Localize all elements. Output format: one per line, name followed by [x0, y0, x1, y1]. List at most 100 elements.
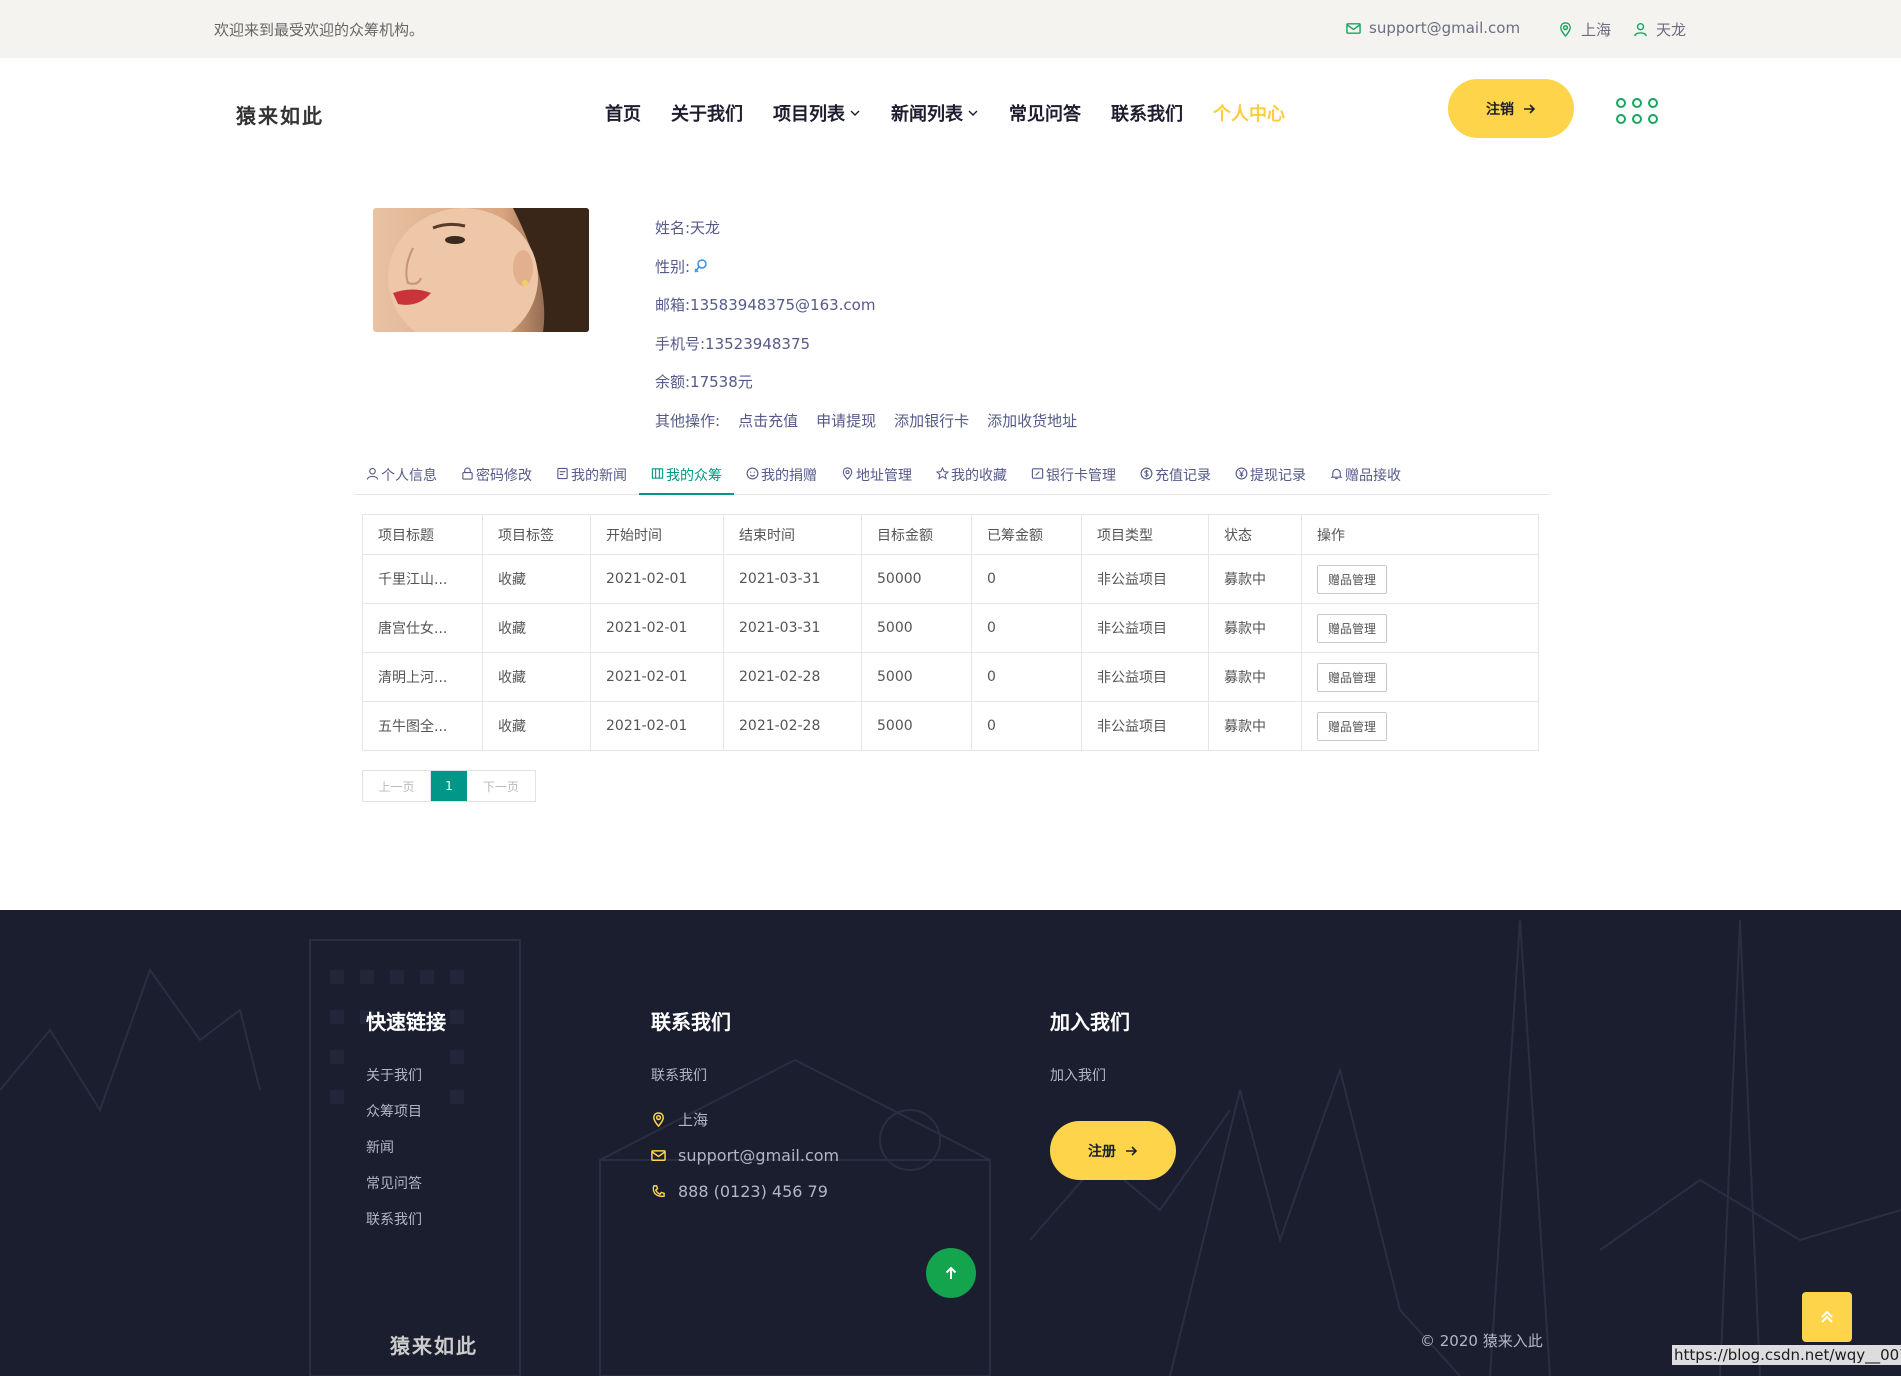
profile-ops-label: 其他操作: [655, 411, 721, 430]
cell-tag: 收藏 [482, 701, 591, 751]
location-pin-icon [653, 1111, 664, 1127]
nav-about-label: 关于我们 [671, 104, 743, 125]
register-button[interactable]: 注册 [1050, 1121, 1176, 1180]
profile-info: 姓名:天龙 性别: 邮箱:13583948375@163.com 手机号:135… [655, 217, 1095, 448]
footer-quick-title: 快速链接 [366, 1010, 446, 1034]
footer-phone[interactable]: 888 (0123) 456 79 [651, 1173, 839, 1209]
cell-target: 5000 [861, 603, 972, 653]
gift-manage-button[interactable]: 赠品管理 [1317, 564, 1388, 594]
welcome-text: 欢迎来到最受欢迎的众筹机构。 [214, 21, 425, 39]
nav-contact[interactable]: 联系我们 [1111, 100, 1183, 126]
recharge-link[interactable]: 点击充值 [738, 410, 798, 431]
footer-join-sub: 加入我们 [1050, 1068, 1106, 1084]
nav-projects[interactable]: 项目列表 [773, 100, 861, 126]
cell-target: 5000 [861, 701, 972, 751]
chevron-down-icon [968, 110, 978, 116]
gift-manage-button[interactable]: 赠品管理 [1317, 662, 1388, 692]
cell-target: 50000 [861, 554, 972, 604]
tab-personal-info[interactable]: 个人信息 [354, 455, 449, 495]
site-logo[interactable]: 猿来如此 [236, 100, 324, 129]
cell-end: 2021-02-28 [723, 652, 862, 702]
nav-news[interactable]: 新闻列表 [891, 100, 979, 126]
tab-recharge-records[interactable]: 充值记录 [1128, 455, 1223, 495]
footer-link-faq[interactable]: 常见问答 [366, 1173, 446, 1209]
cell-type: 非公益项目 [1081, 603, 1209, 653]
tab-my-crowdfunding[interactable]: 我的众筹 [639, 455, 734, 495]
copyright: © 2020 猿来入此 [1420, 1332, 1543, 1350]
cell-status: 募款中 [1208, 652, 1302, 702]
scroll-up-button[interactable] [926, 1248, 976, 1298]
cell-tag: 收藏 [482, 554, 591, 604]
phone-icon [652, 1184, 665, 1197]
cell-start: 2021-02-01 [590, 603, 724, 653]
tab-address[interactable]: 地址管理 [829, 455, 924, 495]
nav-home-label: 首页 [605, 104, 641, 125]
nav-about[interactable]: 关于我们 [671, 100, 743, 126]
crowdfund-icon [651, 468, 664, 479]
back-to-top-button[interactable] [1802, 1292, 1852, 1342]
withdraw-link[interactable]: 申请提现 [816, 410, 876, 431]
lock-icon [462, 467, 473, 480]
cell-status: 募款中 [1208, 554, 1302, 604]
profile-gender: 性别: [655, 256, 1095, 295]
tab-favorites[interactable]: 我的收藏 [924, 455, 1019, 495]
menu-dots-icon[interactable] [1616, 98, 1658, 126]
cell-start: 2021-02-01 [590, 701, 724, 751]
tab-withdraw-records[interactable]: 提现记录 [1223, 455, 1318, 495]
footer-logo[interactable]: 猿来如此 [390, 1330, 478, 1359]
location-pin-icon [1560, 22, 1571, 37]
cell-raised: 0 [971, 652, 1082, 702]
cell-start: 2021-02-01 [590, 554, 724, 604]
arrow-up-icon [945, 1266, 957, 1279]
gift-manage-button[interactable]: 赠品管理 [1317, 613, 1388, 643]
logout-button[interactable]: 注销 [1448, 79, 1574, 138]
footer-location: 上海 [651, 1101, 839, 1137]
top-user[interactable]: 天龙 [1633, 19, 1686, 40]
cell-action: 赠品管理 [1301, 554, 1539, 604]
tab-gift-receive[interactable]: 赠品接收 [1318, 455, 1413, 495]
col-end: 结束时间 [723, 514, 862, 555]
table-row: 清明上河... 收藏 2021-02-01 2021-02-28 5000 0 … [362, 652, 1539, 702]
crowdfunding-table: 项目标题 项目标签 开始时间 结束时间 目标金额 已筹金额 项目类型 状态 操作… [362, 514, 1539, 751]
tab-label: 赠品接收 [1345, 468, 1401, 484]
footer-link-projects[interactable]: 众筹项目 [366, 1101, 446, 1137]
prev-page-button[interactable]: 上一页 [363, 771, 431, 801]
profile-name: 姓名:天龙 [655, 219, 721, 237]
avatar [373, 208, 589, 332]
gift-manage-button[interactable]: 赠品管理 [1317, 711, 1388, 741]
tab-password[interactable]: 密码修改 [449, 455, 544, 495]
footer-link-news[interactable]: 新闻 [366, 1137, 446, 1173]
profile-balance: 余额:17538元 [655, 373, 753, 391]
news-icon [557, 467, 568, 480]
tab-my-donations[interactable]: 我的捐赠 [734, 455, 829, 495]
footer-link-contact[interactable]: 联系我们 [366, 1209, 446, 1245]
top-location-text: 上海 [1581, 21, 1612, 39]
col-start: 开始时间 [590, 514, 724, 555]
card-icon [1031, 468, 1044, 479]
smile-icon [746, 467, 759, 480]
footer-contact-sub: 联系我们 [651, 1068, 707, 1084]
female-icon [694, 258, 707, 273]
nav-home[interactable]: 首页 [605, 100, 641, 126]
top-email[interactable]: support@gmail.com [1346, 19, 1520, 37]
nav-personal-center[interactable]: 个人中心 [1213, 100, 1285, 126]
tab-my-news[interactable]: 我的新闻 [544, 455, 639, 495]
tab-bank-cards[interactable]: 银行卡管理 [1019, 455, 1128, 495]
footer-join-title: 加入我们 [1050, 1010, 1130, 1034]
add-address-link[interactable]: 添加收货地址 [987, 410, 1077, 431]
col-type: 项目类型 [1081, 514, 1209, 555]
top-location: 上海 [1558, 19, 1611, 40]
footer-email[interactable]: support@gmail.com [651, 1137, 839, 1173]
add-bank-card-link[interactable]: 添加银行卡 [894, 410, 969, 431]
footer-contact-title: 联系我们 [651, 1010, 731, 1034]
footer-phone-text: 888 (0123) 456 79 [678, 1181, 828, 1201]
next-page-button[interactable]: 下一页 [467, 771, 535, 801]
chevron-down-icon [850, 110, 860, 116]
profile-ops: 其他操作: 点击充值 申请提现 添加银行卡 添加收货地址 [655, 410, 1095, 449]
footer-link-about[interactable]: 关于我们 [366, 1065, 446, 1101]
nav-faq[interactable]: 常见问答 [1009, 100, 1081, 126]
cell-end: 2021-03-31 [723, 603, 862, 653]
star-icon [936, 467, 949, 480]
current-page[interactable]: 1 [431, 771, 467, 801]
col-target: 目标金额 [861, 514, 972, 555]
